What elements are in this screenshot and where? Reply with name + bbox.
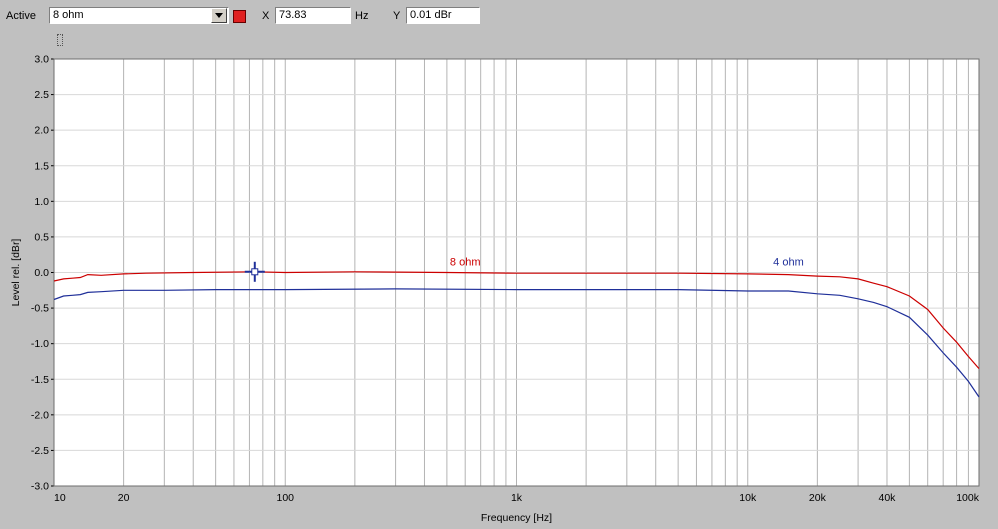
x-tick-label: 1k xyxy=(511,492,523,504)
x-tick-label: 10k xyxy=(739,492,757,504)
y-tick-label: 1.0 xyxy=(34,196,49,208)
y-tick-label: 0.0 xyxy=(34,267,49,279)
x-tick-label: 100k xyxy=(956,492,980,504)
y-tick-label: 3.0 xyxy=(34,54,49,66)
y-tick-label: -0.5 xyxy=(31,303,49,315)
x-tick-label: 20k xyxy=(809,492,827,504)
y-tick-label: -2.0 xyxy=(31,409,49,421)
x-tick-label: 20 xyxy=(118,492,130,504)
x-tick-label: 100 xyxy=(276,492,294,504)
cursor-center xyxy=(251,268,259,276)
y-tick-label: -1.0 xyxy=(31,338,49,350)
y-tick-label: 2.0 xyxy=(34,125,49,137)
x-tick-label: 10 xyxy=(54,492,66,504)
y-tick-label: 0.5 xyxy=(34,231,49,243)
x-tick-label: 40k xyxy=(879,492,897,504)
y-tick-label: 2.5 xyxy=(34,89,49,101)
y-axis-label: Level rel. [dBr] xyxy=(10,239,22,307)
y-tick-label: 1.5 xyxy=(34,160,49,172)
y-tick-label: -1.5 xyxy=(31,374,49,386)
series-label: 4 ohm xyxy=(773,256,804,268)
series-label: 8 ohm xyxy=(450,256,481,268)
x-axis-label: Frequency [Hz] xyxy=(481,512,552,524)
y-tick-label: -3.0 xyxy=(31,481,49,493)
y-tick-label: -2.5 xyxy=(31,445,49,457)
level-chart[interactable]: 3.0 2.5 2.0 1.5 1.0 0.5 0.0 -0.5 -1.0 -1.5 -2.0 -2.… xyxy=(0,0,998,529)
